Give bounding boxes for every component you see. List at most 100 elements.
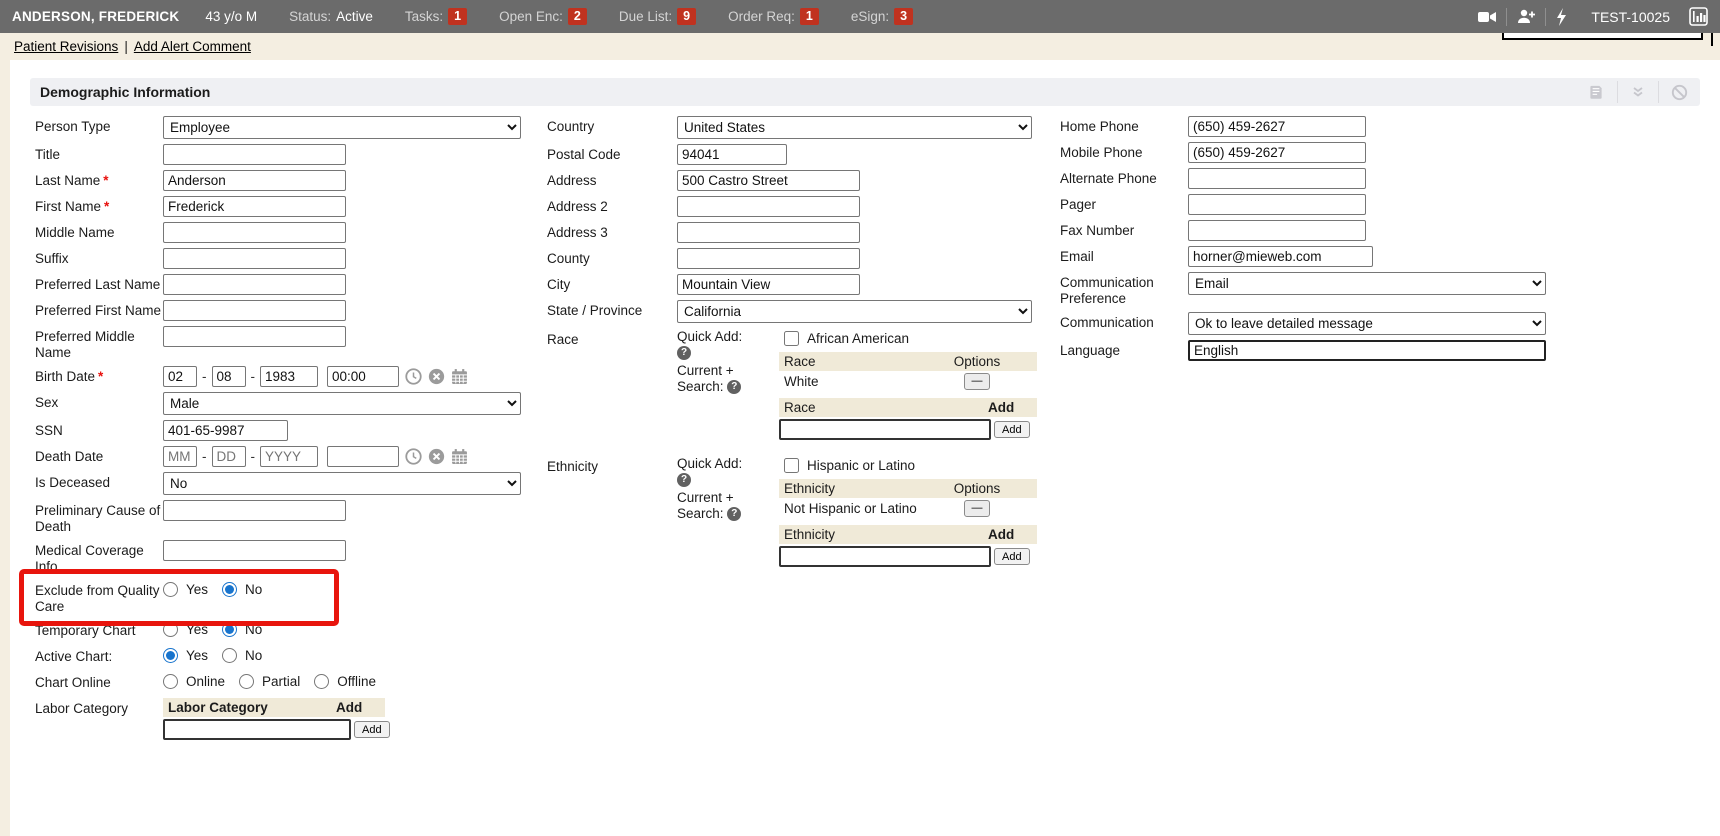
county-input[interactable] xyxy=(677,248,860,269)
field-title: Title xyxy=(35,144,540,165)
race-add-input[interactable] xyxy=(779,419,991,440)
death-day-input[interactable] xyxy=(212,446,246,467)
sex-select[interactable]: Male xyxy=(163,392,521,415)
pager-input[interactable] xyxy=(1188,194,1366,215)
preliminary-cause-input[interactable] xyxy=(163,500,346,521)
patient-status: Status: Active xyxy=(289,9,373,24)
help-icon[interactable]: ? xyxy=(677,473,691,487)
help-icon[interactable]: ? xyxy=(727,507,741,521)
birth-year-input[interactable] xyxy=(260,366,318,387)
field-communication-preference: Communication Preference Email xyxy=(1060,272,1580,307)
chart-online-partial-radio[interactable] xyxy=(239,674,254,689)
field-mobile-phone: Mobile Phone xyxy=(1060,142,1580,163)
patient-revisions-link[interactable]: Patient Revisions xyxy=(14,39,118,54)
ethnicity-remove-button[interactable]: — xyxy=(964,500,990,517)
address-2-input[interactable] xyxy=(677,196,860,217)
help-icon[interactable]: ? xyxy=(727,380,741,394)
video-camera-icon[interactable] xyxy=(1477,9,1497,25)
person-type-select[interactable]: Employee xyxy=(163,116,521,139)
language-input[interactable] xyxy=(1188,340,1546,361)
disable-icon[interactable] xyxy=(1659,84,1690,101)
preferred-last-name-input[interactable] xyxy=(163,274,346,295)
labor-category-add-button[interactable]: Add xyxy=(354,721,390,738)
fax-number-input[interactable] xyxy=(1188,220,1366,241)
patient-age-sex: 43 y/o M xyxy=(205,9,257,24)
preferred-first-name-input[interactable] xyxy=(163,300,346,321)
race-add-button[interactable]: Add xyxy=(994,421,1030,438)
demographic-panel-header: Demographic Information xyxy=(30,78,1700,106)
clear-date-icon[interactable] xyxy=(428,448,445,465)
home-phone-input[interactable] xyxy=(1188,116,1366,137)
state-province-select[interactable]: California xyxy=(677,300,1032,323)
clock-icon[interactable] xyxy=(405,448,422,465)
postal-code-label: Postal Code xyxy=(547,144,677,163)
language-label: Language xyxy=(1060,340,1188,359)
alternate-phone-input[interactable] xyxy=(1188,168,1366,189)
due-list-counter[interactable]: Due List: 9 xyxy=(619,8,696,25)
add-person-icon[interactable] xyxy=(1516,8,1536,25)
esign-counter[interactable]: eSign: 3 xyxy=(851,8,913,25)
ethnicity-add-input[interactable] xyxy=(779,546,991,567)
preferred-middle-name-input[interactable] xyxy=(163,326,346,347)
death-time-input[interactable] xyxy=(327,446,399,467)
birth-day-input[interactable] xyxy=(212,366,246,387)
ethnicity-quick-add-option: Hispanic or Latino xyxy=(779,456,1037,479)
help-icon[interactable]: ? xyxy=(677,346,691,360)
clock-icon[interactable] xyxy=(405,368,422,385)
chart-online-online-radio[interactable] xyxy=(163,674,178,689)
death-year-input[interactable] xyxy=(260,446,318,467)
title-input[interactable] xyxy=(163,144,346,165)
mobile-phone-input[interactable] xyxy=(1188,142,1366,163)
exclude-quality-no-radio[interactable] xyxy=(222,582,237,597)
middle-name-input[interactable] xyxy=(163,222,346,243)
race-remove-button[interactable]: — xyxy=(964,373,990,390)
ssn-input[interactable] xyxy=(163,420,288,441)
suffix-input[interactable] xyxy=(163,248,346,269)
open-enc-badge[interactable]: 2 xyxy=(568,8,587,25)
email-input[interactable] xyxy=(1188,246,1373,267)
communication-preference-select[interactable]: Email xyxy=(1188,272,1546,295)
add-alert-comment-link[interactable]: Add Alert Comment xyxy=(134,39,251,54)
ethnicity-add-button[interactable]: Add xyxy=(994,548,1030,565)
first-name-input[interactable] xyxy=(163,196,346,217)
chart-icon[interactable] xyxy=(1689,7,1708,26)
temporary-chart-yes-radio[interactable] xyxy=(163,622,178,637)
country-select[interactable]: United States xyxy=(677,116,1032,139)
field-suffix: Suffix xyxy=(35,248,540,269)
last-name-input[interactable] xyxy=(163,170,346,191)
address-input[interactable] xyxy=(677,170,860,191)
lightning-icon[interactable] xyxy=(1555,8,1568,26)
order-req-badge[interactable]: 1 xyxy=(800,8,819,25)
is-deceased-select[interactable]: No xyxy=(163,472,521,495)
hispanic-latino-checkbox[interactable] xyxy=(784,458,799,473)
print-icon[interactable] xyxy=(1575,83,1617,101)
chart-online-offline-radio[interactable] xyxy=(314,674,329,689)
esign-badge[interactable]: 3 xyxy=(894,8,913,25)
order-req-counter[interactable]: Order Req: 1 xyxy=(728,8,819,25)
calendar-icon[interactable] xyxy=(451,368,468,385)
collapse-chevrons-icon[interactable] xyxy=(1618,84,1658,100)
labor-category-table-header: Labor Category Add xyxy=(163,698,385,717)
address-3-input[interactable] xyxy=(677,222,860,243)
labor-category-add-input[interactable] xyxy=(163,719,351,740)
temporary-chart-no-radio[interactable] xyxy=(222,622,237,637)
active-chart-no-radio[interactable] xyxy=(222,648,237,663)
african-american-checkbox[interactable] xyxy=(784,331,799,346)
clear-date-icon[interactable] xyxy=(428,368,445,385)
postal-code-input[interactable] xyxy=(677,144,787,165)
city-input[interactable] xyxy=(677,274,860,295)
active-chart-yes-radio[interactable] xyxy=(163,648,178,663)
due-list-badge[interactable]: 9 xyxy=(677,8,696,25)
death-month-input[interactable] xyxy=(163,446,197,467)
medical-coverage-input[interactable] xyxy=(163,540,346,561)
birth-month-input[interactable] xyxy=(163,366,197,387)
communication-select[interactable]: Ok to leave detailed message xyxy=(1188,312,1546,335)
tasks-badge[interactable]: 1 xyxy=(448,8,467,25)
title-label: Title xyxy=(35,144,163,163)
open-enc-counter[interactable]: Open Enc: 2 xyxy=(499,8,587,25)
calendar-icon[interactable] xyxy=(451,448,468,465)
active-chart-no-label: No xyxy=(245,648,262,663)
exclude-quality-yes-radio[interactable] xyxy=(163,582,178,597)
tasks-counter[interactable]: Tasks: 1 xyxy=(405,8,467,25)
birth-time-input[interactable] xyxy=(327,366,399,387)
